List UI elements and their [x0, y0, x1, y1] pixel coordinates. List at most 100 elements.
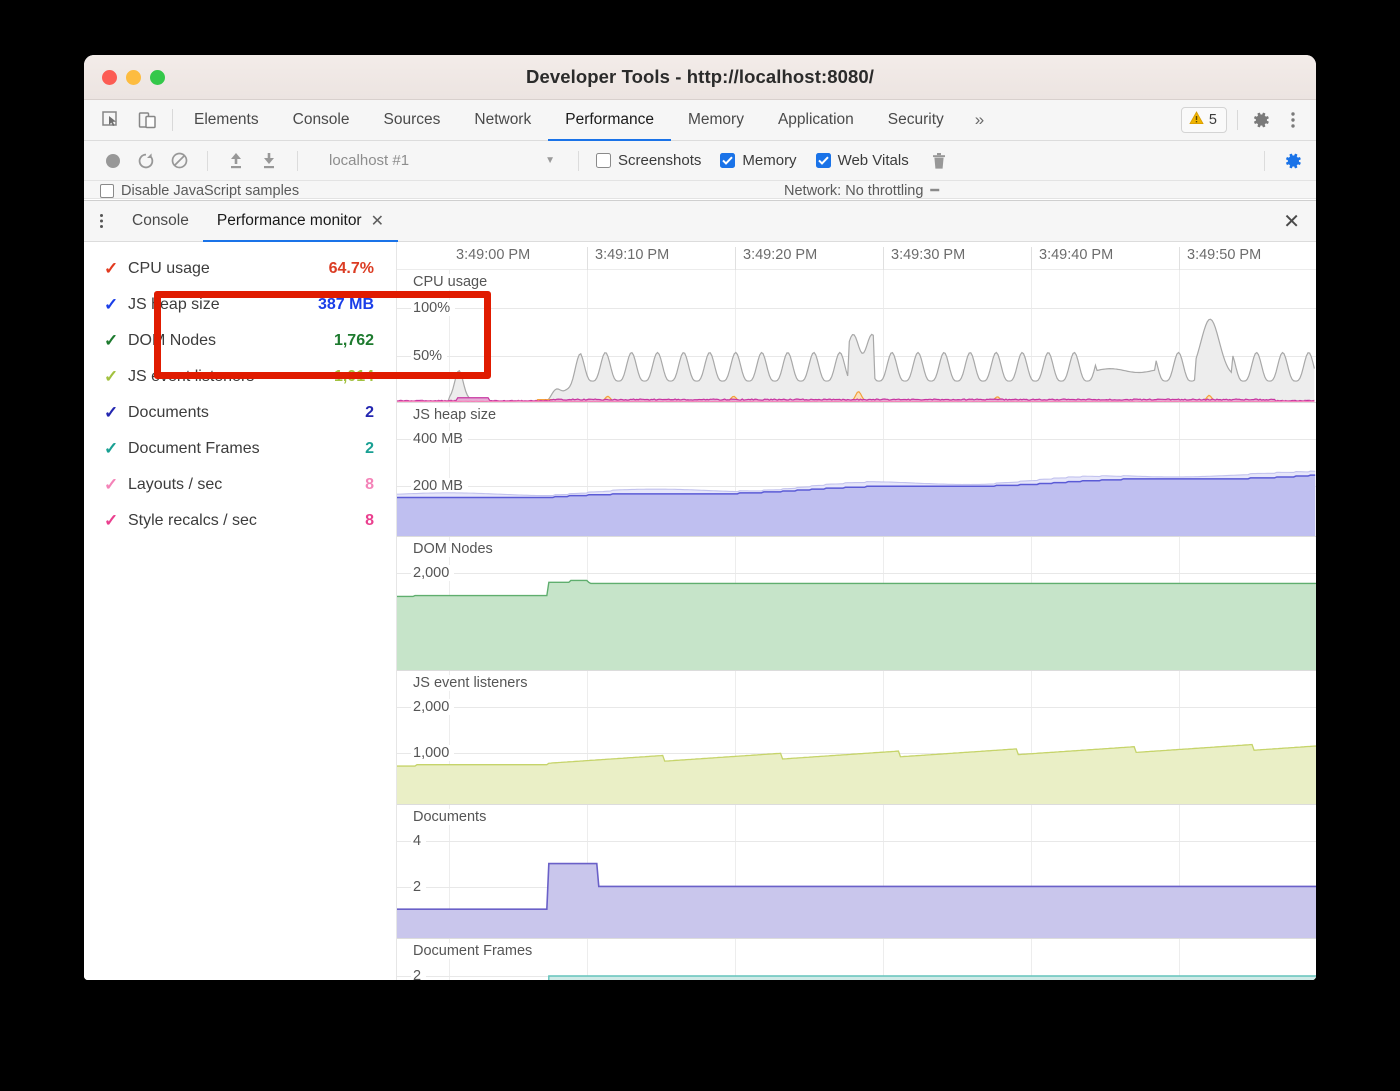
drawer-tab-performance-monitor[interactable]: Performance monitor ✕	[203, 201, 398, 241]
checkmark-icon[interactable]: ✓	[104, 367, 128, 387]
chart-title: JS event listeners	[411, 675, 529, 691]
checkmark-icon[interactable]: ✓	[104, 331, 128, 351]
toolbar-divider-4	[1264, 151, 1265, 171]
tab-security[interactable]: Security	[871, 100, 961, 140]
metric-label: JS heap size	[128, 296, 220, 314]
checkmark-icon[interactable]: ✓	[104, 403, 128, 423]
right-divider	[1237, 110, 1238, 130]
time-label: 3:49:50 PM	[1179, 247, 1261, 270]
metric-row-dom-nodes[interactable]: ✓ DOM Nodes 1,762	[84, 323, 396, 359]
drawer-tabbar: Console Performance monitor ✕ ✕	[84, 201, 1316, 242]
metric-row-js-heap-size[interactable]: ✓ JS heap size 387 MB	[84, 287, 396, 323]
metric-value: 1,762	[334, 332, 374, 350]
metric-row-layouts-per-sec[interactable]: ✓ Layouts / sec 8	[84, 467, 396, 503]
warning-count-badge[interactable]: 5	[1181, 107, 1227, 133]
chart-dom-nodes[interactable]: DOM Nodes 2,000 1,000	[397, 537, 1316, 671]
webvitals-label: Web Vitals	[838, 152, 909, 169]
chart-documents[interactable]: Documents 4 2	[397, 805, 1316, 939]
close-icon[interactable]: ✕	[371, 211, 384, 231]
chart-js-heap-size[interactable]: JS heap size 400 MB 200 MB	[397, 403, 1316, 537]
memory-checkbox[interactable]	[720, 153, 735, 168]
metric-value: 8	[365, 512, 374, 530]
close-window-button[interactable]	[102, 70, 117, 85]
capture-settings-row: Disable JavaScript samples Network: No t…	[84, 181, 1316, 199]
chart-frames-svg	[397, 939, 1316, 980]
checkmark-icon[interactable]: ✓	[104, 259, 128, 279]
performance-toolbar: localhost #1 ▼ Screenshots Memory Web Vi…	[84, 141, 1316, 181]
capture-settings-gear-icon[interactable]	[1278, 146, 1308, 176]
reload-record-icon[interactable]	[131, 146, 161, 176]
tab-sources[interactable]: Sources	[367, 100, 458, 140]
disable-js-samples-checkbox-group[interactable]: Disable JavaScript samples	[100, 183, 299, 199]
minimize-window-button[interactable]	[126, 70, 141, 85]
trash-icon[interactable]	[924, 146, 954, 176]
time-label: 3:49:40 PM	[1031, 247, 1113, 270]
upload-profile-icon[interactable]	[221, 146, 251, 176]
device-toolbar-icon[interactable]	[134, 107, 160, 133]
clear-no-entry-icon[interactable]	[164, 146, 194, 176]
metric-value: 2	[365, 404, 374, 422]
inspect-cursor-icon[interactable]	[98, 107, 124, 133]
network-throttling-control[interactable]: Network: No throttling ━	[784, 183, 939, 199]
drawer-kebab-menu-icon[interactable]	[84, 201, 118, 241]
chart-documents-svg	[397, 805, 1316, 938]
throttling-caret-icon: ━	[930, 183, 939, 199]
window-title: Developer Tools - http://localhost:8080/	[84, 66, 1316, 88]
memory-label: Memory	[742, 152, 796, 169]
drawer-tab-performance-monitor-label: Performance monitor	[217, 212, 362, 230]
checkmark-icon[interactable]: ✓	[104, 295, 128, 315]
tab-application[interactable]: Application	[761, 100, 871, 140]
metric-row-style-recalcs-per-sec[interactable]: ✓ Style recalcs / sec 8	[84, 503, 396, 539]
performance-monitor-body: ✓ CPU usage 64.7% ✓ JS heap size 387 MB …	[84, 242, 1316, 980]
chart-cpu-usage[interactable]: CPU usage 100% 50%	[397, 270, 1316, 403]
checkmark-icon[interactable]: ✓	[104, 439, 128, 459]
disable-js-samples-checkbox[interactable]	[100, 184, 114, 198]
chart-document-frames[interactable]: Document Frames 2	[397, 939, 1316, 980]
chart-js-event-listeners[interactable]: JS event listeners 2,000 1,000	[397, 671, 1316, 805]
drawer-tab-console-label: Console	[132, 212, 189, 230]
metric-row-cpu-usage[interactable]: ✓ CPU usage 64.7%	[84, 251, 396, 287]
metric-row-documents[interactable]: ✓ Documents 2	[84, 395, 396, 431]
tab-performance[interactable]: Performance	[548, 100, 671, 140]
session-select[interactable]: localhost #1 ▼	[319, 152, 565, 169]
tab-elements[interactable]: Elements	[177, 100, 276, 140]
webvitals-checkbox[interactable]	[816, 153, 831, 168]
devtools-window: Developer Tools - http://localhost:8080/…	[84, 55, 1316, 980]
chart-title: CPU usage	[411, 274, 489, 290]
time-label: 3:49:30 PM	[883, 247, 965, 270]
metric-label: Layouts / sec	[128, 476, 222, 494]
tab-console[interactable]: Console	[276, 100, 367, 140]
toolbar-divider-3	[578, 151, 579, 171]
gear-icon[interactable]	[1248, 107, 1274, 133]
warning-triangle-icon	[1189, 111, 1204, 129]
metric-value: 2	[365, 440, 374, 458]
time-axis: 3:49:00 PM 3:49:10 PM 3:49:20 PM 3:49:30…	[397, 242, 1316, 270]
tab-network[interactable]: Network	[457, 100, 548, 140]
more-tabs-chevron-icon[interactable]: »	[961, 100, 998, 140]
webvitals-checkbox-group[interactable]: Web Vitals	[816, 152, 921, 169]
drawer-close-button[interactable]: ✕	[1267, 201, 1316, 241]
kebab-menu-icon[interactable]	[1280, 107, 1306, 133]
metric-label: CPU usage	[128, 260, 210, 278]
metric-row-js-event-listeners[interactable]: ✓ JS event listeners 1,014	[84, 359, 396, 395]
chart-title: DOM Nodes	[411, 541, 495, 557]
checkmark-icon[interactable]: ✓	[104, 511, 128, 531]
warning-count-text: 5	[1209, 112, 1217, 128]
tab-memory[interactable]: Memory	[671, 100, 761, 140]
record-circle-icon[interactable]	[98, 146, 128, 176]
metric-row-document-frames[interactable]: ✓ Document Frames 2	[84, 431, 396, 467]
download-profile-icon[interactable]	[254, 146, 284, 176]
drawer-tab-console[interactable]: Console	[118, 201, 203, 241]
memory-checkbox-group[interactable]: Memory	[720, 152, 808, 169]
toolbar-divider-2	[297, 151, 298, 171]
chart-heap-svg	[397, 403, 1316, 536]
metric-value: 1,014	[334, 368, 374, 386]
charts-area[interactable]: 3:49:00 PM 3:49:10 PM 3:49:20 PM 3:49:30…	[397, 242, 1316, 980]
metric-label: DOM Nodes	[128, 332, 216, 350]
screenshots-checkbox[interactable]	[596, 153, 611, 168]
window-traffic-lights	[102, 70, 165, 85]
tabbar-right-icons: 5	[1181, 100, 1316, 140]
checkmark-icon[interactable]: ✓	[104, 475, 128, 495]
screenshots-checkbox-group[interactable]: Screenshots	[596, 152, 713, 169]
maximize-window-button[interactable]	[150, 70, 165, 85]
